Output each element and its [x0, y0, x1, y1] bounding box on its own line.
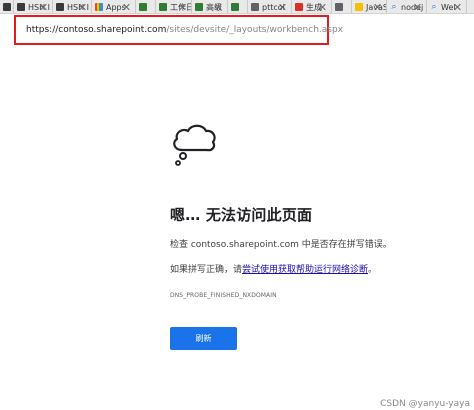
browser-tab[interactable]: Apps [92, 0, 136, 13]
search-icon: ⌕ [431, 2, 437, 12]
url-path: /sites/devsite/_layouts/workbench.aspx [166, 25, 344, 35]
red-tab-icon [295, 3, 303, 11]
browser-tab[interactable]: ⌕ Wel [427, 0, 467, 13]
browser-tab[interactable]: HSH I [53, 0, 92, 13]
page-icon [17, 3, 25, 11]
close-tab-icon[interactable] [39, 2, 49, 12]
diagnostics-prefix: 如果拼写正确，请 [170, 265, 243, 275]
browser-tab[interactable]: 高级 [192, 0, 228, 13]
close-tab-icon[interactable] [278, 2, 288, 12]
dark-tab-icon [3, 3, 11, 11]
close-tab-icon[interactable] [178, 2, 188, 12]
browser-tab[interactable]: HSH I [14, 0, 53, 13]
browser-tab[interactable] [332, 0, 352, 13]
browser-tab[interactable] [0, 0, 14, 13]
close-tab-icon[interactable] [122, 2, 132, 12]
close-tab-icon[interactable] [413, 2, 423, 12]
browser-tab[interactable]: 生成 [292, 0, 332, 13]
error-code: DNS_PROBE_FINISHED_NXDOMAIN [170, 292, 277, 299]
close-tab-icon[interactable] [453, 2, 463, 12]
browser-tab[interactable]: JavaS [352, 0, 387, 13]
js-tab-icon [355, 3, 363, 11]
browser-tab[interactable] [136, 0, 156, 13]
page-icon [56, 3, 64, 11]
network-diagnostics-link[interactable]: 尝试使用获取帮助运行网络诊断 [242, 265, 368, 275]
apps-grid-icon [95, 3, 103, 11]
url-text[interactable]: https://contoso.sharepoint.com/sites/dev… [26, 25, 343, 35]
search-icon: ⌕ [391, 2, 397, 12]
gray-tab-icon [335, 3, 343, 11]
reload-button[interactable]: 刷新 [170, 327, 237, 350]
error-title: 嗯… 无法访问此页面 [170, 206, 313, 224]
cloud-error-icon [173, 124, 216, 166]
green-tab-icon [195, 3, 203, 11]
blank-tab-icon [251, 3, 259, 11]
green-tab-icon [139, 3, 147, 11]
close-tab-icon[interactable] [373, 2, 383, 12]
url-host: https://contoso.sharepoint.com [26, 25, 167, 35]
tab-strip: HSH I HSH I Apps 工作日 高级 pttcol 生成 JavaS ⌕ nodej ⌕ W… [0, 0, 474, 14]
browser-tab[interactable]: pttcol [248, 0, 292, 13]
browser-tab[interactable]: ⌕ nodej [387, 0, 427, 13]
green-tab-icon [159, 3, 167, 11]
diagnostics-suffix: 。 [368, 265, 378, 275]
browser-tab[interactable] [228, 0, 248, 13]
close-tab-icon[interactable] [318, 2, 328, 12]
address-bar[interactable]: https://contoso.sharepoint.com/sites/dev… [14, 15, 343, 45]
green-tab-icon [231, 3, 239, 11]
close-tab-icon[interactable] [214, 2, 224, 12]
close-tab-icon[interactable] [78, 2, 88, 12]
error-spelling-hint: 检查 contoso.sharepoint.com 中是否存在拼写错误。 [170, 240, 392, 250]
browser-tab[interactable]: 工作日 [156, 0, 192, 13]
watermark: CSDN @yanyu-yaya [380, 399, 470, 409]
error-diagnostics-hint: 如果拼写正确，请尝试使用获取帮助运行网络诊断。 [170, 262, 377, 275]
